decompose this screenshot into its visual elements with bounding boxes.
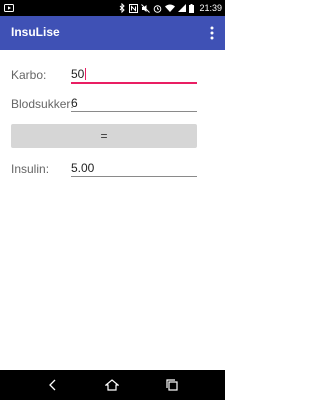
overflow-menu-button[interactable] [207, 24, 217, 42]
insulin-underline [71, 176, 197, 177]
bluetooth-icon [119, 3, 126, 13]
alarm-icon [153, 4, 162, 13]
nfc-icon [129, 3, 139, 13]
insulin-value: 5.00 [71, 161, 95, 175]
home-icon [105, 379, 119, 391]
status-bar: 21:39 [0, 0, 225, 16]
karbo-label: Karbo: [11, 68, 47, 82]
karbo-value: 50 [71, 67, 85, 81]
overflow-menu-icon [210, 26, 214, 40]
karbo-input[interactable]: 50 [71, 67, 197, 84]
status-time: 21:39 [199, 3, 222, 13]
insulin-label: Insulin: [11, 162, 50, 176]
back-icon [49, 379, 56, 391]
app-bar: InsuLise [0, 16, 225, 50]
calculate-button[interactable]: = [11, 124, 197, 148]
recents-icon [166, 379, 178, 391]
blodsukker-label: Blodsukker: [11, 97, 74, 111]
blodsukker-input[interactable]: 6 [71, 96, 197, 112]
back-button[interactable] [45, 377, 61, 393]
mute-icon [141, 3, 151, 13]
signal-icon [178, 4, 187, 12]
battery-icon [189, 3, 195, 13]
blodsukker-value: 6 [71, 96, 78, 110]
karbo-underline [71, 82, 197, 84]
navigation-bar [0, 370, 225, 400]
app-title: InsuLise [11, 25, 60, 39]
wifi-icon [165, 4, 176, 12]
insulin-output[interactable]: 5.00 [71, 161, 197, 177]
text-cursor [85, 68, 87, 80]
recents-button[interactable] [164, 377, 180, 393]
blodsukker-underline [71, 111, 197, 112]
video-icon [4, 4, 14, 12]
home-button[interactable] [104, 377, 120, 393]
